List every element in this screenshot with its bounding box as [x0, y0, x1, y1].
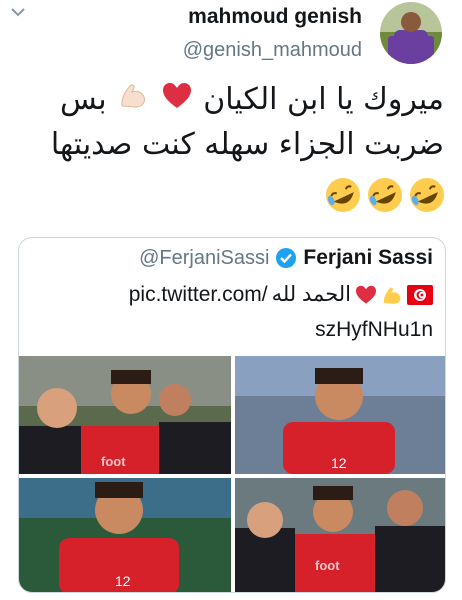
tweet-line1-rest: ميروك يا ابن الكيان	[203, 82, 444, 117]
avatar[interactable]	[380, 2, 442, 64]
red-heart-icon	[356, 285, 376, 304]
tweet-text: ميروك يا ابن الكيان بس ضربت الجزاء سهله …	[14, 78, 444, 167]
flexed-biceps-icon	[383, 287, 401, 304]
watermark: foot	[101, 454, 126, 469]
tweet-author[interactable]: mahmoud genish @genish_mahmoud	[183, 4, 362, 64]
quoted-handle[interactable]: @FerjaniSassi	[139, 247, 269, 270]
photo-grid: foot 12 12 foot	[19, 356, 445, 592]
svg-text:12: 12	[115, 573, 131, 589]
red-heart-icon	[162, 79, 192, 123]
rofl-icon	[410, 178, 444, 212]
laugh-emoji-row	[324, 176, 446, 214]
quoted-text-line-1: pic.twitter.com/ الحمد لله	[129, 282, 433, 307]
watermark: foot	[315, 558, 340, 573]
author-handle[interactable]: @genish_mahmoud	[183, 36, 362, 64]
svg-text:12: 12	[331, 455, 347, 471]
quoted-arabic-text: الحمد لله	[271, 283, 351, 306]
quoted-tweet[interactable]: @FerjaniSassi Ferjani Sassi pic.twitter.…	[18, 237, 446, 593]
chevron-down-icon[interactable]	[10, 6, 26, 18]
rofl-icon	[326, 178, 360, 212]
photo-4[interactable]: foot	[235, 478, 445, 592]
photo-1[interactable]: foot	[19, 356, 231, 474]
tweet-line-2: ضربت الجزاء سهله كنت صديتها	[50, 126, 444, 162]
verified-badge-icon	[276, 248, 297, 268]
rofl-icon	[368, 178, 402, 212]
tunisia-flag-icon	[407, 284, 433, 305]
quoted-text-line-2[interactable]: szHyfNHu1n	[315, 318, 433, 342]
photo-2[interactable]: 12	[235, 356, 445, 474]
photo-3[interactable]: 12	[19, 478, 231, 592]
quoted-name[interactable]: Ferjani Sassi	[303, 246, 433, 270]
tweet-line-1: ميروك يا ابن الكيان بس	[14, 78, 444, 123]
author-name[interactable]: mahmoud genish	[183, 4, 362, 30]
quoted-link[interactable]: pic.twitter.com/	[129, 283, 268, 307]
quoted-author[interactable]: @FerjaniSassi Ferjani Sassi	[139, 246, 433, 270]
tweet-line1-text: بس	[59, 82, 107, 117]
flexed-biceps-icon	[118, 79, 148, 123]
